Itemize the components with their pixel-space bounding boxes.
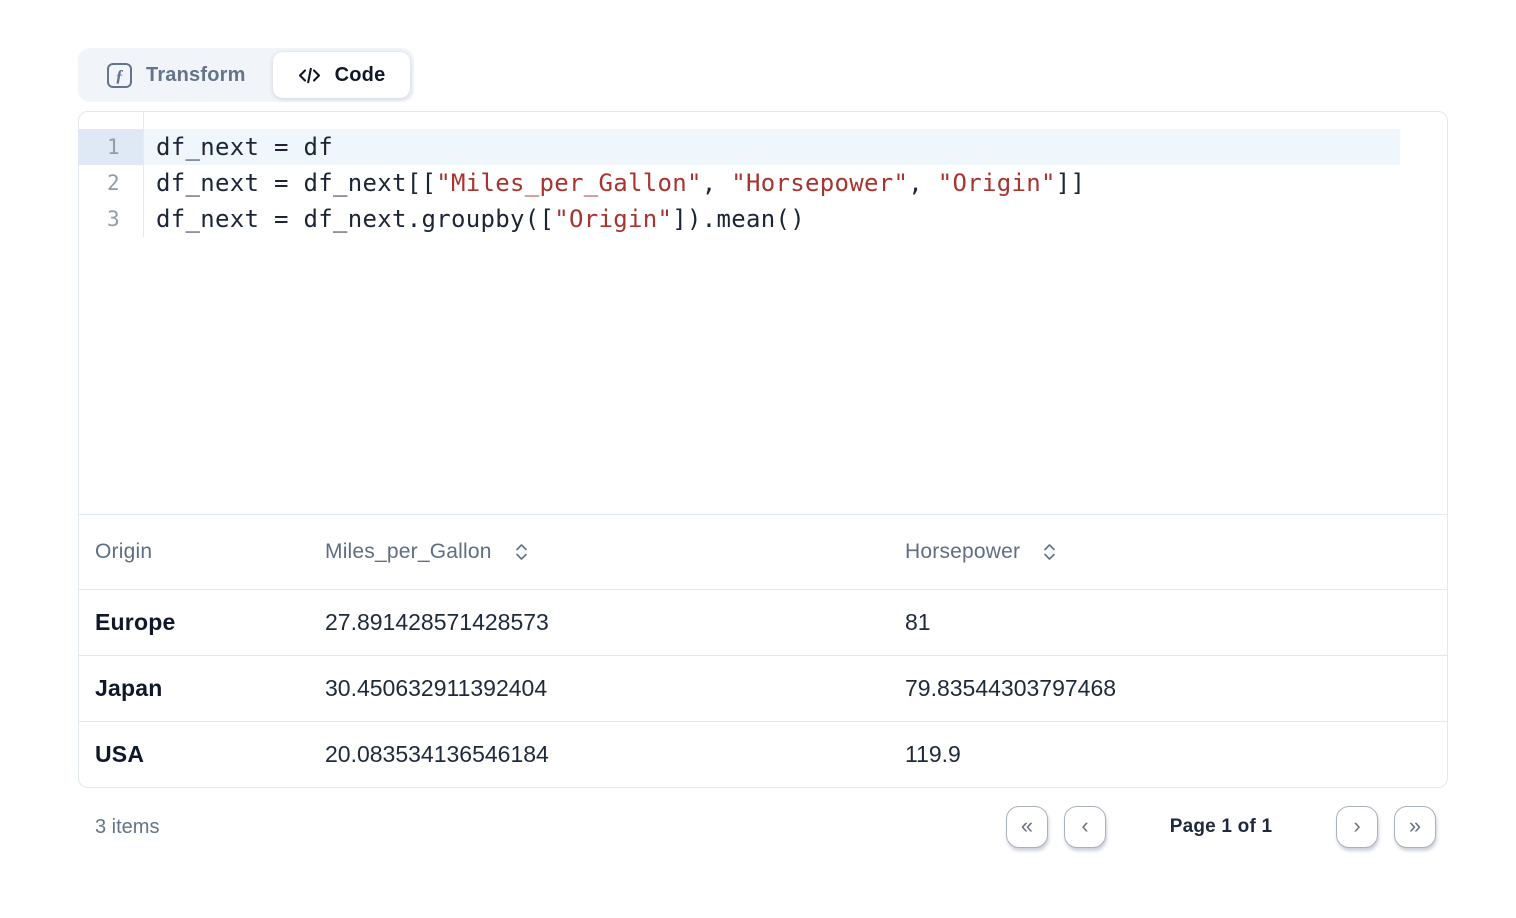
items-count: 3 items (95, 816, 159, 839)
page-indicator: Page 1 of 1 (1106, 816, 1336, 838)
line-number: 3 (79, 201, 144, 237)
cell-horsepower: 119.9 (889, 741, 1447, 768)
tab-transform-label: Transform (146, 64, 246, 87)
code-token: ]] (1056, 169, 1086, 197)
column-header-miles-per-gallon[interactable]: Miles_per_Gallon (309, 540, 889, 564)
column-header-horsepower[interactable]: Horsepower (889, 540, 1447, 564)
view-tabbar: ƒ Transform Code (78, 48, 414, 102)
column-header-origin-label: Origin (95, 540, 152, 564)
gutter-pad (79, 112, 144, 129)
tab-code[interactable]: Code (273, 52, 411, 98)
code-token: , (908, 169, 938, 197)
cell-miles-per-gallon: 30.450632911392404 (309, 675, 889, 702)
last-page-button[interactable]: » (1394, 806, 1436, 848)
previous-page-button[interactable]: ‹ (1064, 806, 1106, 848)
cell-origin: Europe (79, 609, 309, 636)
code-line[interactable]: 3df_next = df_next.groupby(["Origin"]).m… (79, 201, 1447, 237)
cell-origin: Japan (79, 675, 309, 702)
first-page-button[interactable]: « (1006, 806, 1048, 848)
cell-miles-per-gallon: 27.891428571428573 (309, 609, 889, 636)
table-row: Europe27.89142857142857381 (79, 589, 1447, 655)
code-line[interactable]: 1 df_next = df (79, 129, 1447, 165)
cell-origin: USA (79, 741, 309, 768)
code-icon (298, 66, 321, 85)
cell-miles-per-gallon: 20.083534136546184 (309, 741, 889, 768)
string-token: "Horsepower" (731, 169, 908, 197)
string-token: "Origin" (554, 205, 672, 233)
line-number: 1 (79, 129, 144, 165)
code-token: ]).mean() (672, 205, 805, 233)
table-footer: 3 items « ‹ Page 1 of 1 › » (78, 804, 1448, 850)
code-token: df_next = df_next[[ (156, 169, 436, 197)
string-token: "Origin" (938, 169, 1056, 197)
code-token: df_next = df_next.groupby([ (156, 205, 554, 233)
column-header-miles-label: Miles_per_Gallon (325, 540, 492, 564)
column-header-origin: Origin (79, 540, 309, 564)
code-editor[interactable]: 1df_next = df2df_next = df_next[["Miles_… (79, 112, 1447, 514)
line-number: 2 (79, 165, 144, 201)
sort-icon[interactable] (1042, 543, 1057, 561)
cell-horsepower: 79.83544303797468 (889, 675, 1447, 702)
table-row: Japan30.45063291139240479.83544303797468 (79, 655, 1447, 721)
sort-icon[interactable] (514, 543, 529, 561)
content-area: ƒ Transform Code 1df_next = df2df_next =… (78, 48, 1448, 850)
code-line-text: df_next = df_next.groupby(["Origin"]).me… (144, 201, 1447, 237)
result-table: Origin Miles_per_Gallon Horsepower (79, 514, 1447, 787)
tab-transform[interactable]: ƒ Transform (82, 52, 271, 98)
code-token: df_next = df (156, 133, 333, 161)
table-header-row: Origin Miles_per_Gallon Horsepower (79, 515, 1447, 589)
table-row: USA20.083534136546184119.9 (79, 721, 1447, 787)
next-page-button[interactable]: › (1336, 806, 1378, 848)
column-header-horsepower-label: Horsepower (905, 540, 1020, 564)
string-token: "Miles_per_Gallon" (436, 169, 702, 197)
tab-code-label: Code (335, 64, 386, 87)
code-panel: 1df_next = df2df_next = df_next[["Miles_… (78, 111, 1448, 788)
code-line-text: df_next = df_next[["Miles_per_Gallon", "… (144, 165, 1447, 201)
code-line-text: df_next = df (144, 129, 1447, 165)
function-icon: ƒ (107, 63, 132, 88)
code-line[interactable]: 2df_next = df_next[["Miles_per_Gallon", … (79, 165, 1447, 201)
code-token: , (702, 169, 732, 197)
pagination: « ‹ Page 1 of 1 › » (1006, 806, 1436, 848)
cell-horsepower: 81 (889, 609, 1447, 636)
table-body: Europe27.89142857142857381Japan30.450632… (79, 589, 1447, 787)
